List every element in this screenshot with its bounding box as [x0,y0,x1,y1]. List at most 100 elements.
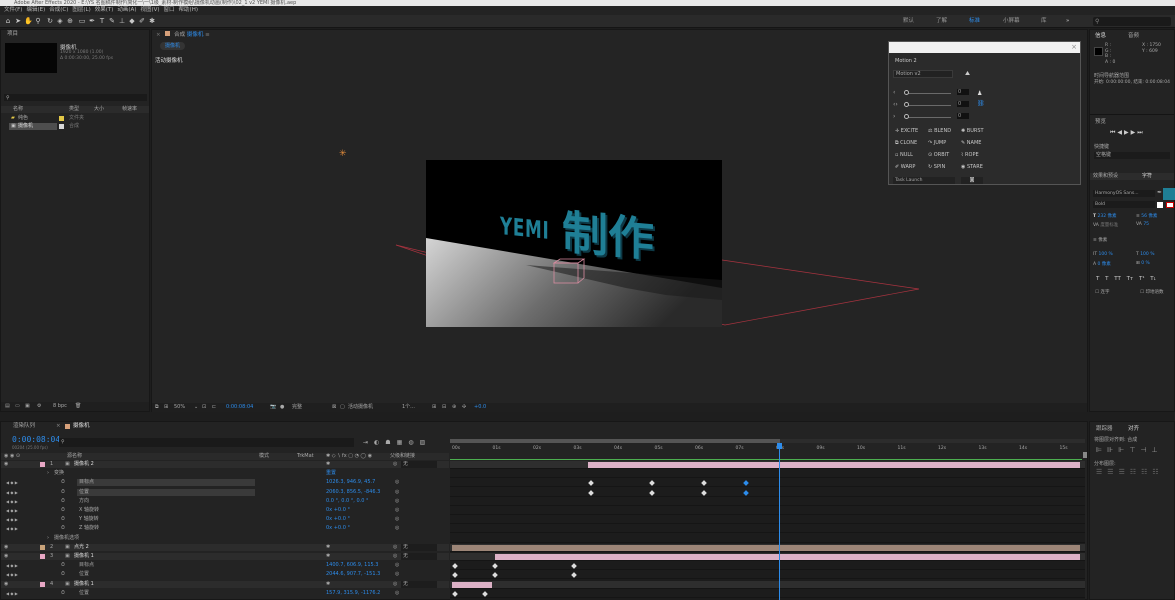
slider-knob[interactable] [904,114,909,119]
property-value[interactable]: 0x +0.0 ° [326,507,350,514]
composition-viewer[interactable]: YEMI 制作 [426,160,722,327]
keyframe-marker[interactable] [649,480,655,487]
bpc-label[interactable]: 8 bpc [53,402,67,411]
kerning-field[interactable]: VA 度量标准 [1093,222,1118,228]
shy-switch-icon[interactable]: ✱ [326,581,330,588]
ligature-checkbox[interactable]: ☐ 连字 [1095,289,1109,295]
grid-icon[interactable]: ⊡ [202,403,206,412]
hand-tool-icon[interactable]: ✋ [24,17,33,25]
distribute-vcenter-icon[interactable]: ☰ [1107,468,1118,476]
font-family-select[interactable]: HarmonyOS Sans... [1093,190,1155,197]
playhead-handle[interactable] [777,443,782,449]
motion2-slider-1[interactable] [905,93,951,94]
mode-column[interactable]: 模式 [259,453,269,460]
menu-composition[interactable]: 合成(C) [49,6,68,15]
distribute-left-icon[interactable]: ☷ [1130,468,1141,476]
keyframe-marker[interactable] [492,563,498,570]
stopwatch-icon[interactable]: ⏱ [61,498,65,505]
mask-icon[interactable]: ⊞ [164,403,168,412]
project-search-input[interactable]: ⚲ [4,94,147,101]
keyframe-marker[interactable] [452,572,458,579]
property-row[interactable]: ◀ ◆ ▶ ⏱ 位置 2044.6, 907.7, -151.3 ◎ [1,571,449,578]
reset-link[interactable]: 重置 [326,470,336,477]
keyframe-marker[interactable] [452,563,458,570]
align-left-icon[interactable]: ⊫ [1096,446,1107,454]
property-value[interactable]: 1400.7, 606.9, 115.3 [326,562,378,569]
expression-pickwhip-icon[interactable]: ◎ [395,571,399,578]
align-tab[interactable]: 对齐 [1128,424,1139,432]
view-layout-select[interactable]: 1个... [402,403,415,412]
baseline-shift-field[interactable]: A 0 像素 [1093,261,1111,267]
horizontal-scale-field[interactable]: T 100 % [1136,252,1154,257]
new-comp-icon[interactable]: ▣ [25,402,30,411]
workspace-small-screen[interactable]: 小屏幕 [1003,17,1020,26]
expression-pickwhip-icon[interactable]: ◎ [395,507,399,514]
align-right-icon[interactable]: ⊩ [1118,446,1129,454]
trash-icon[interactable]: 🗑 [75,402,81,411]
camera-view-select[interactable]: 活动摄像机 [348,403,373,412]
shape-tool-icon[interactable]: ▭ [78,17,86,25]
property-row[interactable]: ◀ ◆ ▶ ⏱ 目标点 1026.3, 946.9, 45.7 ◎ [1,479,449,487]
preview-tab[interactable]: 预览 [1095,117,1106,125]
motion2-slider-2[interactable] [905,105,951,106]
stopwatch-icon[interactable]: ⏱ [61,571,65,578]
layer-row[interactable]: ◉ 4 ▣ 摄像机 1 ✱ ◎ 无 [1,580,449,588]
align-vcenter-icon[interactable]: ⊣ [1140,446,1151,454]
menu-layer[interactable]: 图层(L) [72,6,90,15]
workspace-library[interactable]: 库 [1041,17,1047,26]
fill-color-swatch[interactable] [1163,188,1175,200]
parent-select[interactable]: 无 [401,553,437,560]
info-tab[interactable]: 信息 [1095,31,1106,39]
roto-brush-icon[interactable]: ✐ [138,17,146,25]
leading-field[interactable]: ≡ 56 像素 [1136,213,1157,219]
stopwatch-icon[interactable]: ⏱ [61,562,65,569]
snapshot-icon[interactable]: 📷 [270,403,276,412]
parent-select[interactable]: 无 [401,580,437,588]
toggle-pixel-icon[interactable]: ⊞ [432,403,436,412]
pen-tool-icon[interactable]: ✒ [88,17,96,25]
burst-button[interactable]: ✺ BURST [961,128,984,134]
layer-duration-bar[interactable] [588,462,1080,468]
align-bottom-icon[interactable]: ⊥ [1152,446,1163,454]
timeline-scroll-handle[interactable] [1083,452,1087,458]
timeline-search-input[interactable]: ⚲ [59,438,354,447]
name-button[interactable]: ✎ NAME [961,140,981,146]
expression-pickwhip-icon[interactable]: ◎ [395,516,399,523]
text-style-buttons[interactable]: T T TT Tт T¹ T₁ [1096,276,1156,282]
effects-tab[interactable]: 效果和预设 [1093,173,1118,180]
expression-pickwhip-icon[interactable]: ◎ [395,525,399,532]
expression-pickwhip-icon[interactable]: ◎ [395,590,399,597]
workspace-overflow-icon[interactable]: » [1066,17,1069,26]
property-row[interactable]: ◀ ◆ ▶ ⏱ 目标点 1400.7, 606.9, 115.3 ◎ [1,562,449,569]
interpret-footage-icon[interactable]: ▤ [5,402,10,411]
keyframe-nav-icon[interactable]: ◀ ◆ ▶ [6,479,18,486]
audio-tab[interactable]: 音频 [1128,31,1139,39]
distribute-top-icon[interactable]: ☰ [1096,468,1107,476]
property-row[interactable]: ◀ ◆ ▶ ⏱ 位置 2060.3, 856.5, -846.3 ◎ [1,488,449,496]
property-row[interactable]: ◀ ◆ ▶ ⏱ 方向 0.0 °, 0.0 °, 0.0 ° ◎ [1,498,449,505]
time-ruler[interactable]: 00s01s02s03s04s05s06s07s08s09s10s11s12s1… [450,444,1085,454]
expression-pickwhip-icon[interactable]: ◎ [395,562,399,569]
settings-icon[interactable]: ⚙ [37,402,41,411]
column-frame-rate[interactable]: 帧速率 [122,106,137,113]
property-row[interactable]: ◀ ◆ ▶ ⏱ 位置 157.9, 315.9, -1176.2 ◎ [1,590,449,597]
menu-window[interactable]: 窗口 [164,6,175,15]
source-name-column[interactable]: 源名称 [67,453,82,460]
light-icon[interactable]: ✳ [339,149,347,159]
chevron-down-icon[interactable]: ⌄ [194,403,198,412]
expression-pickwhip-icon[interactable]: ◎ [395,489,399,496]
workspace-default[interactable]: 默认 [903,17,914,26]
stopwatch-icon[interactable]: ⏱ [61,516,65,523]
font-style-select[interactable]: Bold [1093,201,1155,208]
timeline-comp-tab[interactable]: 摄像机 [73,422,90,431]
align-to-select[interactable]: 合成 [1127,437,1137,443]
layer-row[interactable]: ◉ 1 ▣ 摄像机 2 ✱ ◎ 无 [1,461,449,468]
stopwatch-icon[interactable]: ⏱ [61,507,65,514]
render-queue-tab[interactable]: 渲染队列 [13,422,35,431]
shy-switch-icon[interactable]: ✱ [326,544,330,551]
expression-pickwhip-icon[interactable]: ◎ [395,498,399,505]
project-item-comp[interactable]: ▣ 摄像机 合成 [1,123,149,130]
help-search-input[interactable]: ⚲ [1093,17,1171,26]
slider-knob[interactable] [904,90,909,95]
work-area-bar[interactable] [450,439,1085,443]
